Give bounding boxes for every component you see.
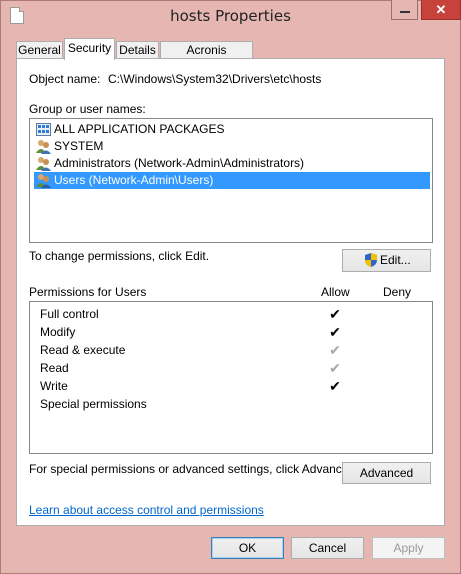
users-group-icon: [36, 157, 51, 171]
user-item-label: ALL APPLICATION PACKAGES: [54, 122, 225, 136]
change-permissions-text: To change permissions, click Edit.: [29, 249, 210, 263]
tab-details[interactable]: Details: [116, 41, 159, 59]
permission-name: Write: [40, 379, 68, 393]
user-item-system[interactable]: SYSTEM: [34, 138, 430, 155]
permission-row: Read & execute ✔: [40, 341, 420, 359]
allow-column-header: Allow: [321, 285, 350, 299]
permission-row: Read ✔: [40, 359, 420, 377]
permission-name: Read & execute: [40, 343, 126, 357]
permission-name: Full control: [40, 307, 99, 321]
edit-button[interactable]: Edit...: [342, 249, 431, 272]
permission-name: Read: [40, 361, 69, 375]
tab-general[interactable]: General: [16, 41, 63, 59]
user-item-label: Administrators (Network-Admin\Administra…: [54, 156, 305, 170]
close-button[interactable]: ✕: [421, 0, 461, 20]
users-group-icon: [36, 174, 51, 188]
user-list[interactable]: ALL APPLICATION PACKAGES SYSTEM Administ…: [29, 118, 433, 243]
allow-inherited-check-icon: ✔: [329, 342, 341, 358]
permission-row: Modify ✔: [40, 323, 420, 341]
object-name-value: C:\Windows\System32\Drivers\etc\hosts: [108, 72, 322, 86]
edit-button-label: Edit...: [380, 253, 411, 267]
permission-row: Write ✔: [40, 377, 420, 395]
allow-check-icon: ✔: [329, 378, 341, 394]
permission-row: Full control ✔: [40, 305, 420, 323]
ok-button[interactable]: OK: [211, 537, 284, 559]
user-item-administrators[interactable]: Administrators (Network-Admin\Administra…: [34, 155, 430, 172]
minimize-button[interactable]: [391, 0, 418, 20]
allow-inherited-check-icon: ✔: [329, 360, 341, 376]
app-packages-icon: [36, 123, 51, 136]
apply-button[interactable]: Apply: [372, 537, 445, 559]
user-item-users-selected[interactable]: Users (Network-Admin\Users): [34, 172, 430, 189]
permissions-for-label: Permissions for Users: [29, 285, 147, 299]
users-group-icon: [36, 140, 51, 154]
user-item-label: SYSTEM: [54, 139, 104, 153]
permissions-list: Full control ✔ Modify ✔ Read & execute ✔…: [29, 301, 433, 454]
permission-name: Special permissions: [40, 397, 147, 411]
user-item-label: Users (Network-Admin\Users): [54, 173, 214, 187]
close-icon: ✕: [435, 2, 447, 17]
allow-check-icon: ✔: [329, 324, 341, 340]
permission-name: Modify: [40, 325, 76, 339]
advanced-settings-text: For special permissions or advanced sett…: [29, 462, 359, 476]
cancel-button[interactable]: Cancel: [291, 537, 364, 559]
advanced-button[interactable]: Advanced: [342, 462, 431, 484]
title-bar[interactable]: hosts Properties ✕: [0, 0, 461, 34]
uac-shield-icon: [365, 253, 377, 267]
learn-access-control-link[interactable]: Learn about access control and permissio…: [29, 503, 264, 517]
user-item-all-application-packages[interactable]: ALL APPLICATION PACKAGES: [34, 121, 430, 138]
tab-security[interactable]: Security: [64, 38, 115, 60]
tab-acronis-recovery[interactable]: Acronis Recovery: [160, 41, 253, 73]
object-name-label: Object name:: [29, 72, 101, 86]
allow-check-icon: ✔: [329, 306, 341, 322]
security-panel: Object name: C:\Windows\System32\Drivers…: [16, 58, 445, 526]
permission-row: Special permissions: [40, 395, 420, 413]
group-label: Group or user names:: [29, 102, 146, 116]
deny-column-header: Deny: [383, 285, 412, 299]
